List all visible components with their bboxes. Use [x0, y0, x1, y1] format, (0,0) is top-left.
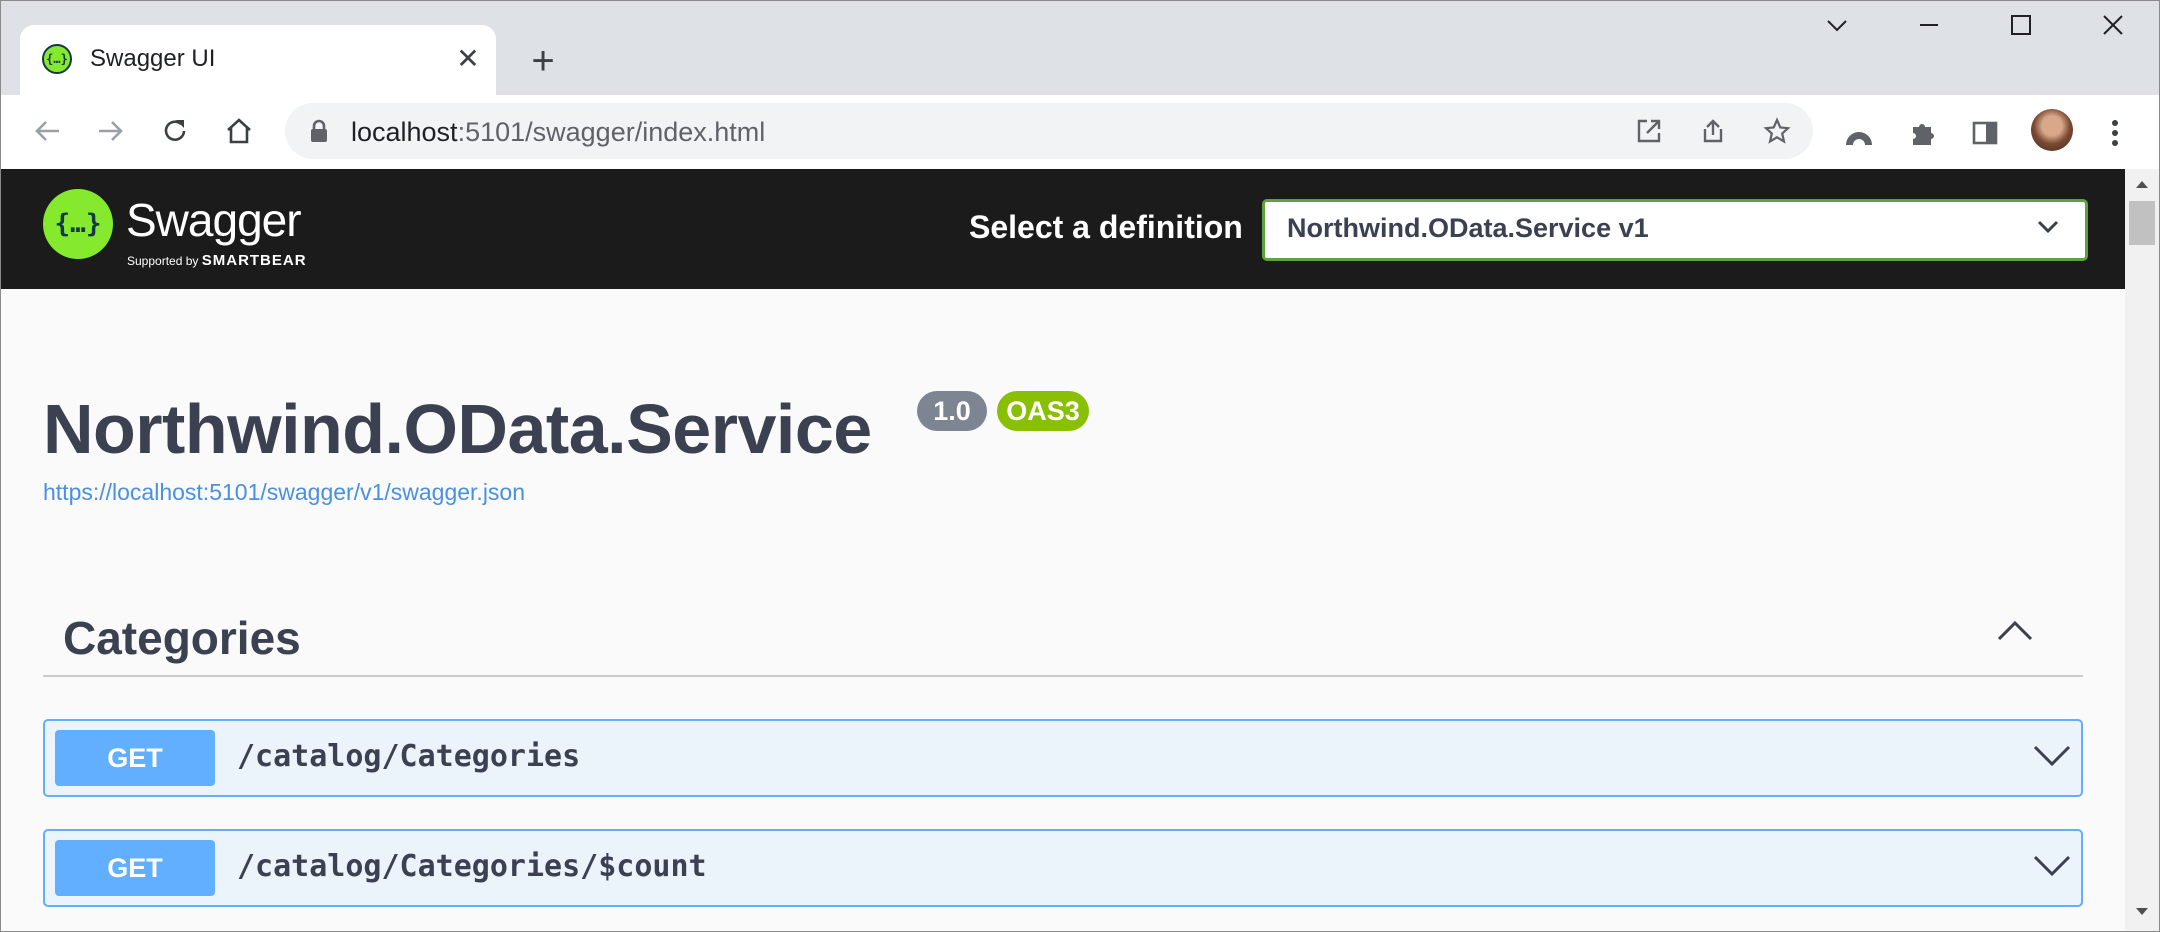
reload-icon [164, 120, 186, 141]
chevron-up-icon[interactable] [1997, 619, 2033, 641]
maximize-button[interactable] [1991, 13, 2051, 53]
method-badge: GET [55, 730, 215, 786]
arrow-left-icon [35, 121, 59, 141]
browser-toolbar: localhost:5101/swagger/index.html [1, 95, 2159, 170]
home-button[interactable] [215, 107, 263, 155]
minimize-button[interactable] [1899, 13, 1959, 53]
chevron-down-icon[interactable] [2033, 853, 2071, 879]
tab-close-icon[interactable]: ✕ [450, 41, 486, 77]
browser-tab[interactable]: {…} Swagger UI ✕ [20, 25, 496, 95]
side-panel-icon[interactable] [1963, 111, 2007, 155]
close-icon [2103, 15, 2123, 35]
swagger-topbar: {…} Swagger Supported by SMARTBEAR Selec… [1, 169, 2125, 289]
scroll-down-arrow-icon[interactable] [2135, 907, 2149, 917]
chevron-down-icon [2037, 220, 2059, 234]
method-badge: GET [55, 840, 215, 896]
swagger-logo-icon[interactable]: {…} [43, 189, 113, 259]
api-title: Northwind.OData.Service [43, 390, 872, 468]
tab-strip: {…} Swagger UI ✕ + [1, 1, 2159, 95]
version-badge: 1.0 [917, 391, 987, 431]
url-path: :5101/swagger/index.html [457, 117, 766, 147]
new-tab-button[interactable]: + [521, 41, 565, 85]
definition-select-value: Northwind.OData.Service v1 [1287, 213, 1649, 243]
tab-title: Swagger UI [90, 45, 216, 72]
extension-arc-icon[interactable] [1837, 111, 1881, 155]
select-definition-label: Select a definition [969, 209, 1243, 245]
address-bar[interactable]: localhost:5101/swagger/index.html [285, 103, 1813, 159]
swagger-favicon-icon: {…} [42, 44, 72, 74]
extensions-puzzle-icon[interactable] [1901, 111, 1945, 155]
open-in-app-icon[interactable] [1631, 113, 1667, 149]
operation-row[interactable]: GET /catalog/Categories/$count [43, 829, 2083, 907]
operation-path: /catalog/Categories/$count [237, 849, 707, 884]
forward-button[interactable] [87, 107, 135, 155]
tag-title: Categories [63, 612, 301, 664]
close-window-button[interactable] [2083, 13, 2143, 53]
tab-search-button[interactable] [1807, 13, 1867, 53]
oas-badge: OAS3 [997, 391, 1089, 431]
tag-section-categories[interactable]: Categories [43, 599, 2083, 677]
scroll-up-arrow-icon[interactable] [2135, 179, 2149, 189]
url-host: localhost [351, 117, 458, 147]
chevron-down-icon[interactable] [2033, 743, 2071, 769]
definition-select[interactable]: Northwind.OData.Service v1 [1262, 199, 2088, 261]
maximize-icon [2011, 15, 2031, 35]
back-button[interactable] [23, 107, 71, 155]
arrow-right-icon [99, 121, 123, 141]
share-icon[interactable] [1695, 113, 1731, 149]
operation-path: /catalog/Categories [237, 739, 581, 774]
browser-window: {…} Swagger UI ✕ + localhost:5101/swagge… [0, 0, 2160, 932]
swagger-logo-text[interactable]: Swagger [126, 193, 302, 247]
tagline-brand: SMARTBEAR [201, 252, 307, 269]
lock-icon[interactable] [309, 119, 329, 148]
operation-row[interactable]: GET /catalog/Categories [43, 719, 2083, 797]
tagline-prefix: Supported by [127, 254, 199, 268]
bookmark-star-icon[interactable] [1759, 113, 1795, 149]
reload-button[interactable] [151, 107, 199, 155]
swagger-json-link[interactable]: https://localhost:5101/swagger/v1/swagge… [43, 479, 525, 506]
profile-avatar[interactable] [2031, 109, 2073, 151]
minimize-icon [1920, 24, 1938, 26]
chevron-down-icon [1827, 20, 1847, 32]
swagger-page: {…} Swagger Supported by SMARTBEAR Selec… [1, 169, 2125, 931]
kebab-menu-icon[interactable] [2093, 111, 2137, 155]
home-icon [227, 118, 251, 144]
scrollbar-thumb[interactable] [2129, 201, 2155, 245]
smartbear-tagline: Supported by SMARTBEAR [127, 252, 307, 269]
url-text[interactable]: localhost:5101/swagger/index.html [351, 117, 765, 148]
page-scrollbar[interactable] [2125, 169, 2159, 931]
